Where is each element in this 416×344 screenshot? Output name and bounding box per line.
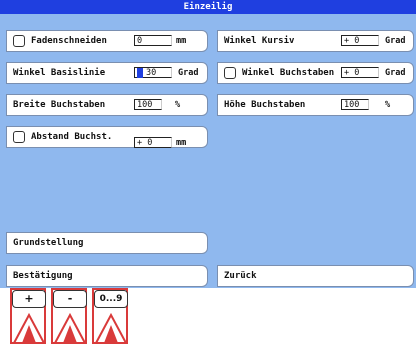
zurueck-label: Zurück <box>224 271 257 281</box>
hoehe-buchstaben-unit: % <box>385 100 391 110</box>
abstand-buchst-checkbox[interactable] <box>13 131 25 143</box>
grundstellung-button[interactable]: Grundstellung <box>6 232 208 254</box>
winkel-basislinie-unit: Grad <box>178 68 199 78</box>
abstand-buchst-input[interactable]: + 0 <box>134 137 172 148</box>
grundstellung-label: Grundstellung <box>13 238 84 248</box>
winkel-buchstaben-input[interactable]: + 0 <box>341 67 379 78</box>
text-cursor <box>137 68 143 78</box>
winkel-basislinie-input[interactable]: 30 <box>134 67 172 78</box>
abstand-buchst-unit: mm <box>176 138 187 148</box>
winkel-kursiv-unit: Grad <box>385 36 406 46</box>
breite-buchstaben-input[interactable]: 100 <box>134 99 162 110</box>
digits-key[interactable]: 0...9 <box>94 290 128 308</box>
winkel-buchstaben-label: Winkel Buchstaben <box>242 68 335 78</box>
winkel-buchstaben-checkbox[interactable] <box>224 67 236 79</box>
hoehe-buchstaben-input[interactable]: 100 <box>341 99 369 110</box>
plus-key[interactable]: + <box>12 290 46 308</box>
settings-panel: Fadenschneiden 0 mm Winkel Basislinie 30… <box>0 14 416 288</box>
hoehe-buchstaben-label: Höhe Buchstaben <box>224 100 306 110</box>
abstand-buchst-label: Abstand Buchst. <box>31 132 113 142</box>
fadenschneiden-checkbox[interactable] <box>13 35 25 47</box>
zurueck-button[interactable]: Zurück <box>217 265 414 287</box>
minus-key-warning-icon <box>53 313 87 344</box>
winkel-basislinie-label: Winkel Basislinie <box>13 68 106 78</box>
bestaetigung-button[interactable]: Bestätigung <box>6 265 208 287</box>
window-title: Einzeilig <box>0 0 416 14</box>
breite-buchstaben-label: Breite Buchstaben <box>13 100 106 110</box>
plus-key-warning-icon <box>12 313 46 344</box>
digits-key-warning-icon <box>94 313 128 344</box>
fadenschneiden-label: Fadenschneiden <box>31 36 107 46</box>
winkel-kursiv-label: Winkel Kursiv <box>224 36 295 46</box>
fadenschneiden-unit: mm <box>176 36 187 46</box>
fadenschneiden-input[interactable]: 0 <box>134 35 172 46</box>
winkel-kursiv-input[interactable]: + 0 <box>341 35 379 46</box>
winkel-basislinie-value: 30 <box>146 68 157 78</box>
bestaetigung-label: Bestätigung <box>13 271 73 281</box>
keypad-area: + - 0...9 <box>0 288 416 344</box>
winkel-buchstaben-unit: Grad <box>385 68 406 78</box>
minus-key[interactable]: - <box>53 290 87 308</box>
breite-buchstaben-unit: % <box>175 100 181 110</box>
